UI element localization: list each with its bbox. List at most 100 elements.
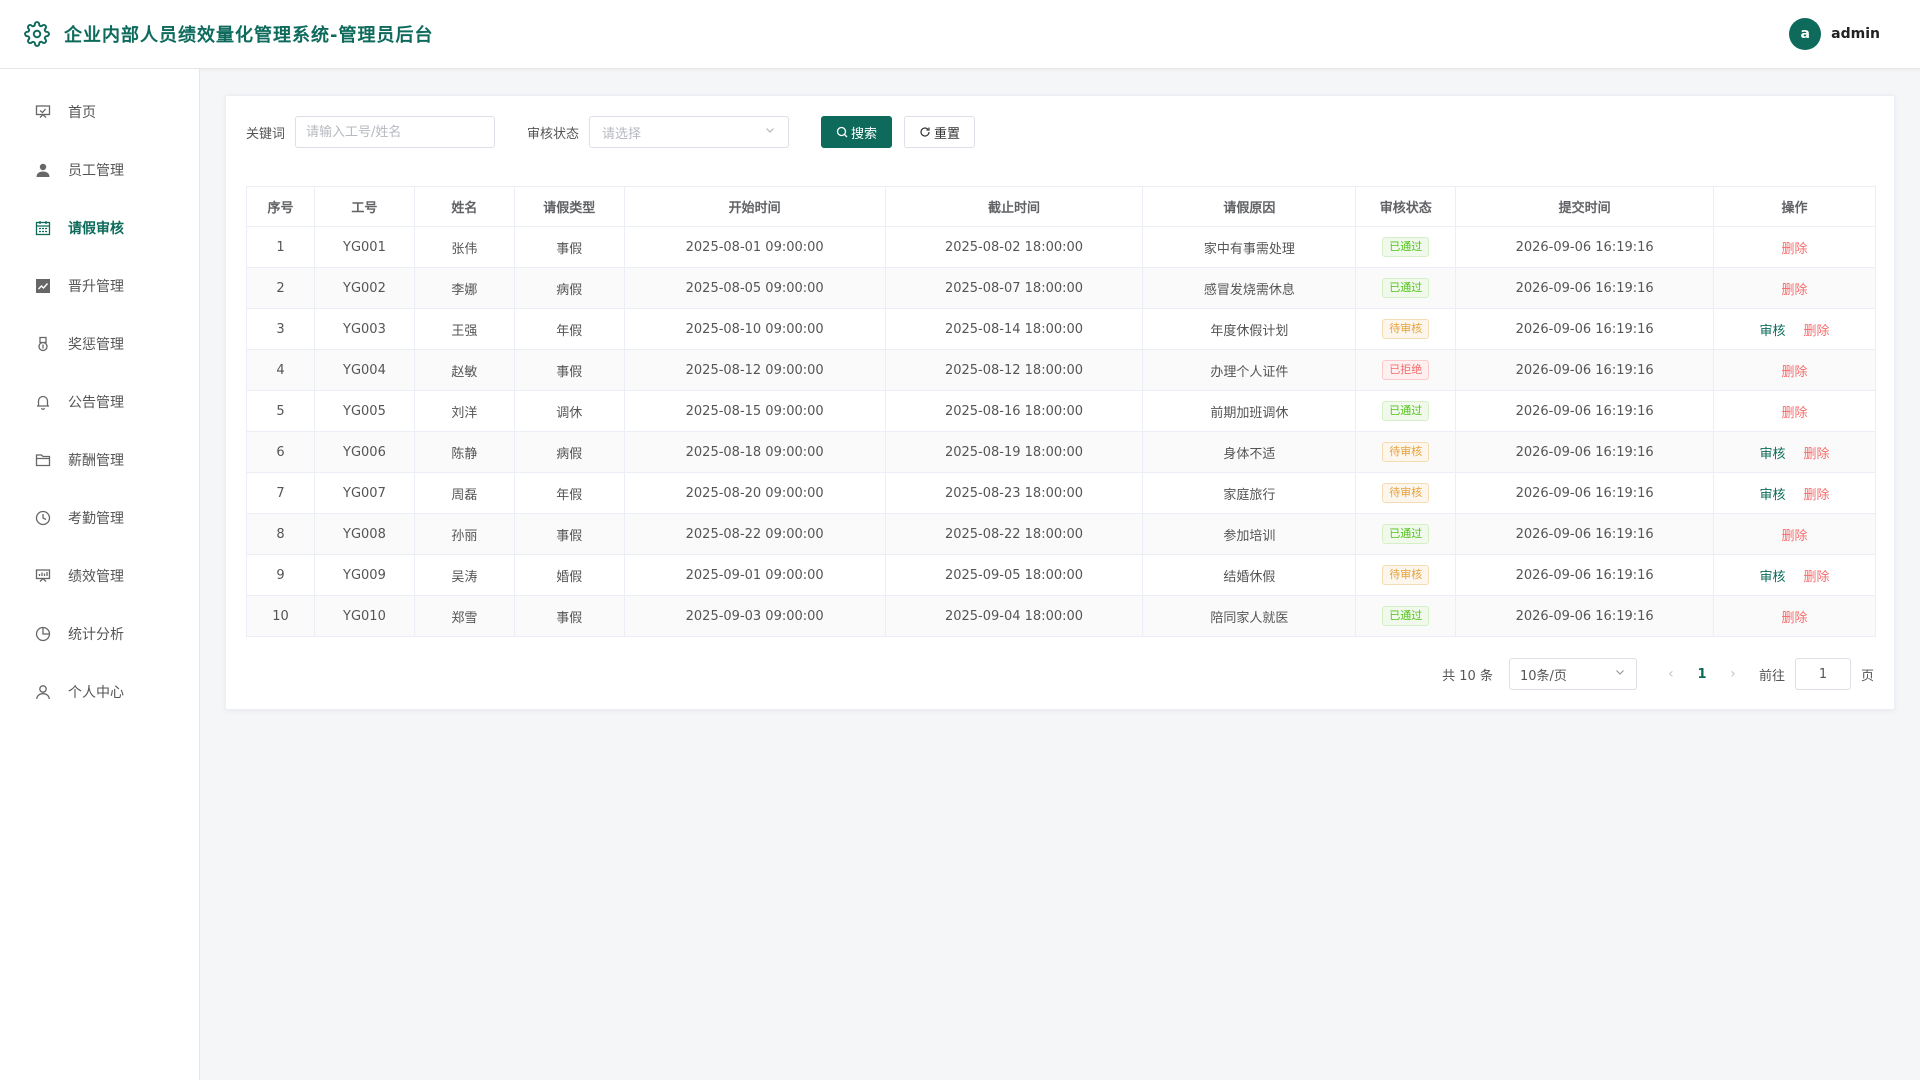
bell-icon (34, 393, 52, 411)
cell-id: YG003 (313, 308, 415, 350)
leave-table: 序号 工号 姓名 请假类型 开始时间 截止时间 请假原因 审核状态 提交时间 操… (246, 186, 1876, 637)
delete-button[interactable]: 删除 (1804, 447, 1830, 462)
cell-end: 2025-09-04 18:00:00 (884, 595, 1144, 637)
cell-status: 已通过 (1355, 595, 1457, 637)
sidebar-item-announcements[interactable]: 公告管理 (0, 373, 199, 431)
status-select[interactable]: 请选择 (589, 116, 790, 148)
cell-submit: 2026-09-06 16:19:16 (1455, 267, 1715, 309)
cell-reason: 陪同家人就医 (1142, 595, 1357, 637)
prev-page-icon[interactable]: ‹ (1661, 666, 1681, 682)
sidebar-item-promotion[interactable]: 晋升管理 (0, 257, 199, 315)
col-header: 提交时间 (1455, 186, 1715, 227)
leave-review-panel: 关键词 审核状态 请选择 搜索 重置 序号 (225, 95, 1895, 710)
delete-button[interactable]: 删除 (1804, 324, 1830, 339)
keyword-input[interactable] (295, 116, 496, 148)
sidebar-item-profile[interactable]: 个人中心 (0, 663, 199, 721)
cell-status: 待审核 (1355, 431, 1457, 473)
cell-submit: 2026-09-06 16:19:16 (1455, 390, 1715, 432)
cell-start: 2025-08-01 09:00:00 (623, 226, 886, 268)
user-icon (34, 161, 52, 179)
col-header: 工号 (313, 186, 415, 227)
cell-submit: 2026-09-06 16:19:16 (1455, 513, 1715, 555)
cell-name: 郑雪 (413, 595, 515, 637)
avatar[interactable]: a (1789, 18, 1822, 50)
cell-id: YG006 (313, 431, 415, 473)
cell-submit: 2026-09-06 16:19:16 (1455, 554, 1715, 596)
user-menu[interactable]: a admin (1789, 18, 1880, 50)
cell-no: 2 (246, 267, 315, 309)
delete-button[interactable]: 删除 (1782, 365, 1808, 380)
col-header: 序号 (246, 186, 315, 227)
goto-page-input[interactable] (1794, 658, 1851, 690)
status-label: 审核状态 (527, 126, 580, 142)
username[interactable]: admin (1831, 26, 1880, 42)
table-row: 1 YG001 张伟 事假 2025-08-01 09:00:00 2025-08-02 … (246, 226, 1876, 268)
cell-no: 3 (246, 308, 315, 350)
delete-button[interactable]: 删除 (1782, 529, 1808, 544)
page-size-value: 10条/页 (1519, 668, 1567, 684)
sidebar-item-leave-review[interactable]: 请假审核 (0, 199, 199, 257)
audit-button[interactable]: 审核 (1760, 324, 1786, 339)
cell-start: 2025-09-01 09:00:00 (623, 554, 886, 596)
cell-actions: 删除 (1713, 390, 1876, 432)
reset-button[interactable]: 重置 (904, 116, 976, 148)
app-title: 企业内部人员绩效量化管理系统-管理员后台 (64, 25, 434, 46)
sidebar-item-employees[interactable]: 员工管理 (0, 141, 199, 199)
cell-id: YG004 (313, 349, 415, 391)
cell-end: 2025-08-02 18:00:00 (884, 226, 1144, 268)
cell-end: 2025-08-23 18:00:00 (884, 472, 1144, 514)
table-row: 7 YG007 周磊 年假 2025-08-20 09:00:00 2025-08-23 … (246, 472, 1876, 514)
table-row: 2 YG002 李娜 病假 2025-08-05 09:00:00 2025-08-07 … (246, 267, 1876, 309)
delete-button[interactable]: 删除 (1782, 611, 1808, 626)
table-row: 8 YG008 孙丽 事假 2025-08-22 09:00:00 2025-08-22 … (246, 513, 1876, 555)
audit-button[interactable]: 审核 (1760, 447, 1786, 462)
pagination: 共 10 条 10条/页 ‹ 1 › 前往 页 (1442, 658, 1874, 690)
cell-id: YG007 (313, 472, 415, 514)
status-badge: 待审核 (1382, 442, 1430, 462)
cell-start: 2025-08-15 09:00:00 (623, 390, 886, 432)
cell-end: 2025-08-07 18:00:00 (884, 267, 1144, 309)
cell-start: 2025-08-18 09:00:00 (623, 431, 886, 473)
cell-reason: 参加培训 (1142, 513, 1357, 555)
cell-status: 待审核 (1355, 472, 1457, 514)
status-select-placeholder: 请选择 (602, 126, 642, 142)
cell-submit: 2026-09-06 16:19:16 (1455, 349, 1715, 391)
audit-button[interactable]: 审核 (1760, 570, 1786, 585)
cell-reason: 家庭旅行 (1142, 472, 1357, 514)
page-number[interactable]: 1 (1687, 667, 1717, 682)
sidebar-item-label: 个人中心 (68, 685, 124, 701)
cell-type: 事假 (513, 226, 625, 268)
table-header-row: 序号 工号 姓名 请假类型 开始时间 截止时间 请假原因 审核状态 提交时间 操… (246, 186, 1876, 227)
keyword-label: 关键词 (246, 126, 286, 142)
cell-status: 待审核 (1355, 554, 1457, 596)
status-badge: 已通过 (1382, 606, 1430, 626)
audit-button[interactable]: 审核 (1760, 488, 1786, 503)
cell-reason: 结婚休假 (1142, 554, 1357, 596)
sidebar-item-performance[interactable]: 绩效管理 (0, 547, 199, 605)
delete-button[interactable]: 删除 (1804, 570, 1830, 585)
page-size-select[interactable]: 10条/页 (1508, 658, 1637, 690)
table-row: 6 YG006 陈静 病假 2025-08-18 09:00:00 2025-08-19 … (246, 431, 1876, 473)
cell-status: 待审核 (1355, 308, 1457, 350)
delete-button[interactable]: 删除 (1804, 488, 1830, 503)
status-badge: 已拒绝 (1382, 360, 1430, 380)
cell-type: 婚假 (513, 554, 625, 596)
cell-type: 事假 (513, 349, 625, 391)
sidebar-item-salary[interactable]: 薪酬管理 (0, 431, 199, 489)
status-badge: 待审核 (1382, 565, 1430, 585)
cell-type: 病假 (513, 431, 625, 473)
cell-actions: 删除 (1713, 349, 1876, 391)
sidebar-item-attendance[interactable]: 考勤管理 (0, 489, 199, 547)
cell-submit: 2026-09-06 16:19:16 (1455, 226, 1715, 268)
delete-button[interactable]: 删除 (1782, 242, 1808, 257)
sidebar-item-statistics[interactable]: 统计分析 (0, 605, 199, 663)
gear-icon (24, 20, 52, 48)
delete-button[interactable]: 删除 (1782, 283, 1808, 298)
sidebar-item-rewards[interactable]: 奖惩管理 (0, 315, 199, 373)
sidebar-item-home[interactable]: 首页 (0, 83, 199, 141)
status-badge: 已通过 (1382, 278, 1430, 298)
delete-button[interactable]: 删除 (1782, 406, 1808, 421)
search-button[interactable]: 搜索 (821, 116, 893, 148)
cell-actions: 审核 删除 (1713, 472, 1876, 514)
next-page-icon[interactable]: › (1723, 666, 1743, 682)
